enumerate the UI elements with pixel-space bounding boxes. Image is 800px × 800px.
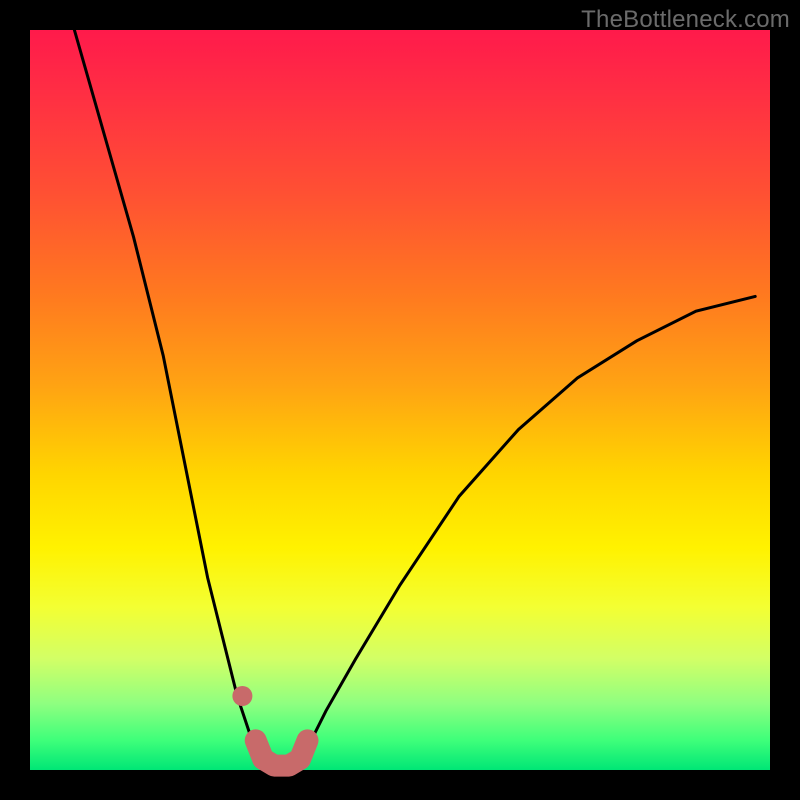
- left-dot-marker: [232, 686, 252, 706]
- bottleneck-curve: [74, 30, 755, 766]
- plot-area: [30, 30, 770, 770]
- curve-svg: [30, 30, 770, 770]
- chart-frame: TheBottleneck.com: [0, 0, 800, 800]
- valley-marker: [256, 740, 308, 765]
